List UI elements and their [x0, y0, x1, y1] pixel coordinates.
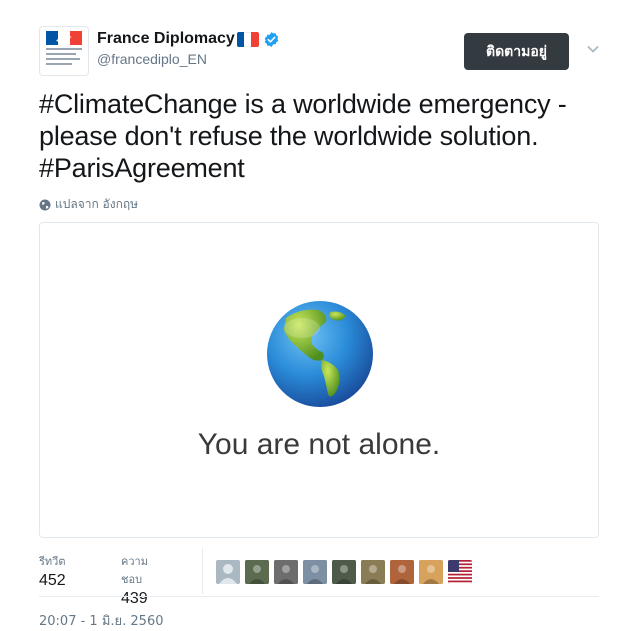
- translate-label[interactable]: แปลจาก อังกฤษ: [55, 195, 138, 214]
- liker-avatar[interactable]: [419, 560, 443, 584]
- tweet-line: #ParisAgreement: [39, 153, 245, 183]
- user-photo-icon: [332, 560, 356, 584]
- stats-divider: [202, 548, 203, 594]
- account-names: France Diplomacy @francediplo_EN: [97, 30, 280, 67]
- liker-avatar[interactable]: [448, 560, 472, 584]
- liker-avatar[interactable]: [303, 560, 327, 584]
- retweet-stat[interactable]: รีทวีต 452: [39, 552, 66, 590]
- like-count: 439: [121, 590, 148, 607]
- user-photo-icon: [419, 560, 443, 584]
- like-label: ความชอบ: [121, 555, 148, 586]
- globe-icon: [39, 199, 51, 210]
- liker-avatar[interactable]: [332, 560, 356, 584]
- liker-avatar[interactable]: [245, 560, 269, 584]
- france-flag-icon: [236, 31, 259, 47]
- liker-avatars: [216, 560, 477, 584]
- tweet-timestamp[interactable]: 20:07 - 1 มิ.ย. 2560: [39, 610, 164, 631]
- liker-avatar[interactable]: [216, 560, 240, 584]
- account-name[interactable]: France Diplomacy: [97, 30, 235, 48]
- user-photo-icon: [245, 560, 269, 584]
- liker-avatar[interactable]: [390, 560, 414, 584]
- us-flag-icon: [448, 560, 472, 584]
- user-photo-icon: [390, 560, 414, 584]
- user-photo-icon: [303, 560, 327, 584]
- account-handle[interactable]: @francediplo_EN: [97, 51, 280, 67]
- liker-avatar[interactable]: [361, 560, 385, 584]
- verified-badge-icon: [264, 31, 279, 47]
- retweet-label: รีทวีต: [39, 555, 66, 568]
- french-republic-logo-icon: [46, 31, 82, 45]
- account-avatar[interactable]: [39, 26, 89, 76]
- tweet-line: #ClimateChange is a worldwide emergency …: [39, 89, 567, 119]
- media-caption: You are not alone.: [197, 428, 441, 461]
- account-name-row[interactable]: France Diplomacy: [97, 30, 280, 48]
- earth-globe-icon: [267, 301, 373, 407]
- liker-avatar[interactable]: [274, 560, 298, 584]
- like-stat[interactable]: ความชอบ 439: [121, 552, 148, 608]
- divider: [39, 596, 599, 597]
- tweet-line: please don't refuse the worldwide soluti…: [39, 121, 539, 151]
- translate-link[interactable]: แปลจาก อังกฤษ: [39, 195, 138, 214]
- retweet-count: 452: [39, 572, 66, 589]
- tweet-text: #ClimateChange is a worldwide emergency …: [39, 88, 609, 184]
- logo-text-lines: [46, 48, 82, 68]
- default-avatar-icon: [219, 564, 237, 584]
- user-photo-icon: [274, 560, 298, 584]
- media-card[interactable]: You are not alone.: [39, 222, 599, 538]
- user-photo-icon: [361, 560, 385, 584]
- chevron-down-icon[interactable]: [586, 42, 600, 56]
- tweet-header: France Diplomacy @francediplo_EN ติดตามอ…: [39, 26, 609, 76]
- following-button[interactable]: ติดตามอยู่: [464, 33, 569, 70]
